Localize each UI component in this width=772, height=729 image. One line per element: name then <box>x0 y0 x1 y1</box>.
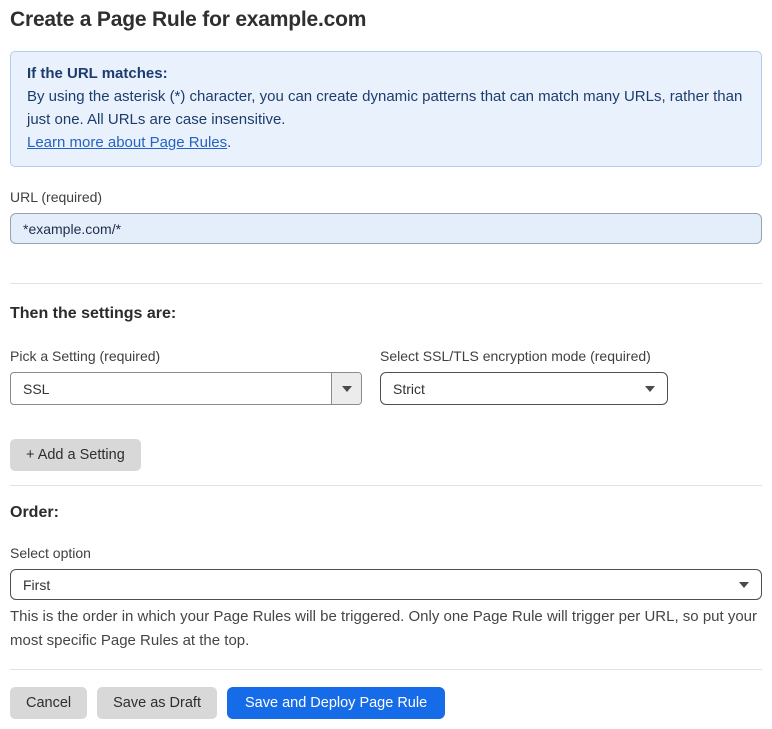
info-callout-heading: If the URL matches: <box>27 65 168 82</box>
pick-setting-selected-value: SSL <box>23 380 50 397</box>
divider <box>10 283 762 284</box>
pick-setting-field: Pick a Setting (required) SSL <box>10 326 362 405</box>
divider <box>10 669 762 670</box>
url-input[interactable] <box>10 213 762 244</box>
cancel-button[interactable]: Cancel <box>10 687 88 719</box>
link-period: . <box>227 134 232 151</box>
order-selected-value: First <box>23 576 51 593</box>
chevron-down-icon <box>341 385 352 392</box>
chevron-down-icon <box>739 581 749 588</box>
chevron-down-icon <box>645 385 655 392</box>
info-callout-link-line: Learn more about Page Rules. <box>27 131 745 154</box>
info-callout-body: By using the asterisk (*) character, you… <box>27 88 743 128</box>
save-and-deploy-button[interactable]: Save and Deploy Page Rule <box>226 687 446 719</box>
order-section-heading: Order: <box>10 504 59 521</box>
pick-setting-label: Pick a Setting (required) <box>10 348 161 364</box>
pick-setting-select[interactable]: SSL <box>10 372 362 405</box>
order-select-label: Select option <box>10 545 91 561</box>
save-as-draft-button[interactable]: Save as Draft <box>97 687 217 719</box>
divider <box>10 485 762 486</box>
create-page-rule-form: Create a Page Rule for example.com If th… <box>0 0 772 729</box>
settings-section-heading: Then the settings are: <box>10 305 177 322</box>
ssl-mode-label: Select SSL/TLS encryption mode (required… <box>380 348 651 364</box>
order-select[interactable]: First <box>10 569 762 600</box>
page-title: Create a Page Rule for example.com <box>10 8 367 31</box>
order-help-text: This is the order in which your Page Rul… <box>10 608 758 649</box>
url-field-label: URL (required) <box>10 189 103 205</box>
footer-actions: Cancel Save as Draft Save and Deploy Pag… <box>10 687 762 719</box>
ssl-mode-field: Select SSL/TLS encryption mode (required… <box>380 326 668 405</box>
select-arrow-box <box>331 373 361 404</box>
url-match-info-callout: If the URL matches: By using the asteris… <box>10 51 762 167</box>
settings-row: Pick a Setting (required) SSL Select SSL… <box>10 326 762 405</box>
ssl-mode-select[interactable]: Strict <box>380 372 668 405</box>
add-setting-button[interactable]: + Add a Setting <box>10 439 141 471</box>
learn-more-link[interactable]: Learn more about Page Rules <box>27 134 227 151</box>
ssl-mode-selected-value: Strict <box>393 380 425 397</box>
